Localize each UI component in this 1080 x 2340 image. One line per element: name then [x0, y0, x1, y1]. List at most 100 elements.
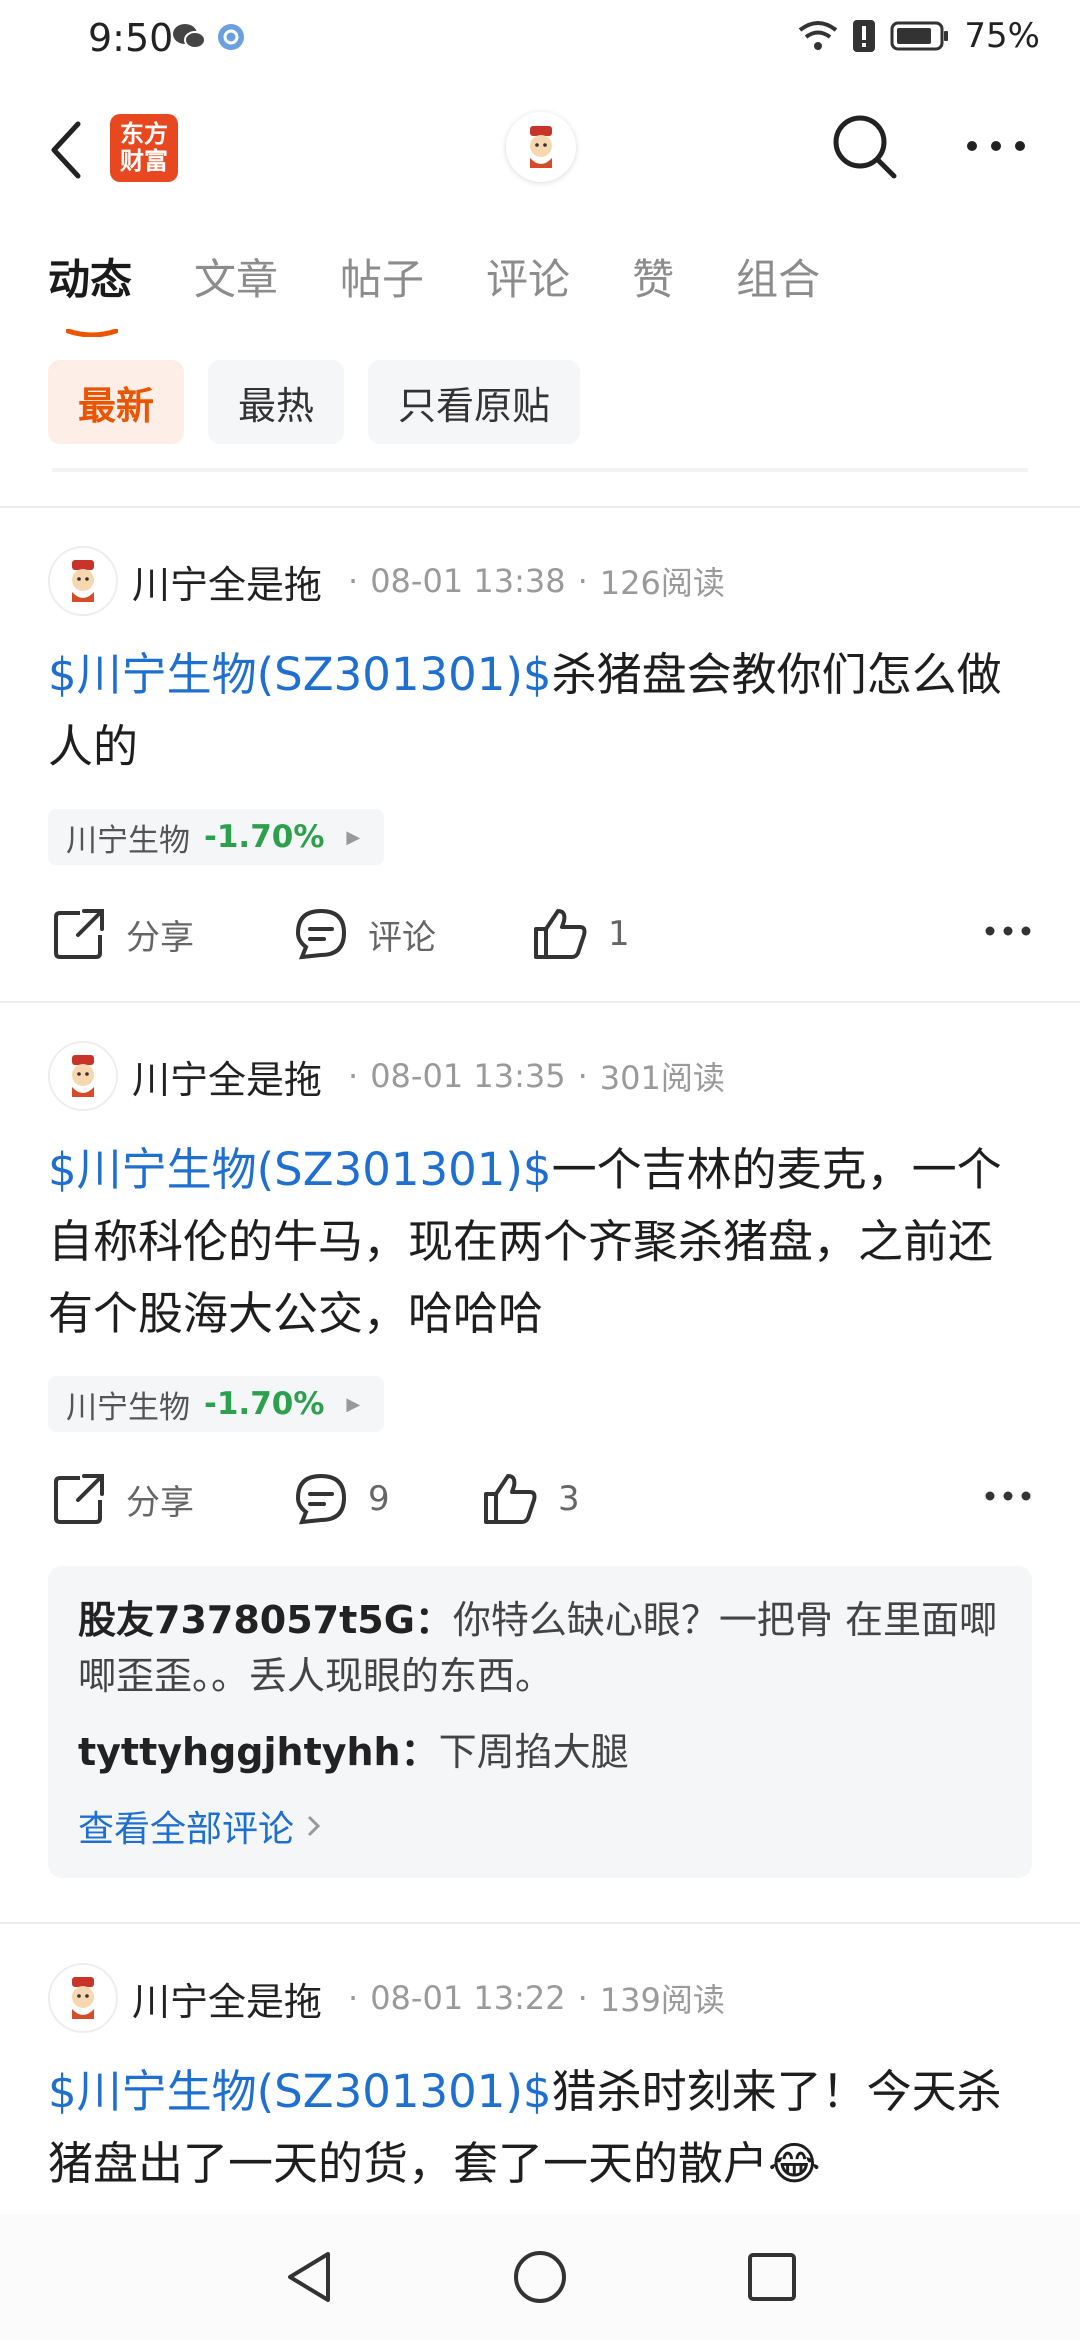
tab-active-indicator — [66, 329, 118, 337]
view-all-label: 查看全部评论 — [78, 1809, 295, 1850]
comment-item[interactable]: 股友7378057t5G：你特么缺心眼？一把骨 在里面唧唧歪歪。。丢人现眼的东西… — [78, 1592, 1002, 1704]
comment-button[interactable]: 评论 — [294, 907, 436, 961]
back-arrow-icon[interactable] — [42, 118, 92, 182]
filter-bar: 最新 最热 只看原贴 — [48, 360, 581, 444]
stock-link[interactable]: $川宁生物(SZ301301)$ — [48, 648, 552, 701]
status-bar: 9:50 75% — [0, 0, 1080, 86]
fortune-god-avatar-icon — [72, 1055, 94, 1097]
stock-link[interactable]: $川宁生物(SZ301301)$ — [48, 1143, 552, 1196]
comment-author[interactable]: 股友7378057t5G — [78, 1598, 415, 1642]
share-icon — [54, 1474, 104, 1524]
author-name[interactable]: 川宁全是拖 — [132, 1971, 322, 2026]
stock-tag-name: 川宁生物 — [66, 1389, 190, 1426]
post-header: 川宁全是拖 · 08-01 13:22 · 139阅读 — [48, 1962, 725, 2034]
fortune-god-avatar-icon — [72, 560, 94, 602]
eastmoney-logo: 东方 财富 — [110, 114, 178, 182]
post-time: 08-01 13:38 — [370, 562, 566, 600]
post-card[interactable]: 川宁全是拖 · 08-01 13:35 · 301阅读 $川宁生物(SZ3013… — [0, 1040, 1080, 1920]
share-button[interactable]: 分享 — [52, 1472, 194, 1526]
thumbs-up-icon — [534, 909, 587, 959]
post-actions: 分享 评论 1 — [48, 907, 1032, 977]
nav-recents-icon[interactable] — [746, 2248, 798, 2306]
tab-portfolios[interactable]: 组合 — [736, 246, 820, 307]
wifi-icon — [799, 21, 838, 50]
author-avatar[interactable] — [48, 1041, 118, 1111]
comment-icon — [295, 1473, 347, 1525]
tab-label: 评论 — [486, 255, 571, 304]
tab-bar: 动态 文章 帖子 评论 赞 组合 — [48, 246, 882, 337]
tab-label: 赞 — [632, 255, 675, 304]
tab-dynamic[interactable]: 动态 — [48, 246, 133, 337]
nav-home-icon[interactable] — [512, 2248, 568, 2306]
tab-label: 组合 — [736, 255, 821, 304]
post-text[interactable]: $川宁生物(SZ301301)$杀猪盘会教你们怎么做人的 — [48, 639, 1032, 783]
tab-posts[interactable]: 帖子 — [340, 246, 424, 307]
comment-icon — [295, 908, 347, 960]
post-card[interactable]: 川宁全是拖 · 08-01 13:22 · 139阅读 $川宁生物(SZ3013… — [0, 1962, 1080, 2214]
meta-separator: · — [348, 562, 359, 600]
stock-tag[interactable]: 川宁生物 -1.70% ▶ — [48, 809, 385, 865]
like-count: 3 — [558, 1479, 580, 1519]
nav-back-icon[interactable] — [284, 2248, 334, 2306]
post-reads: 126阅读 — [599, 564, 725, 602]
post-text[interactable]: $川宁生物(SZ301301)$猎杀时刻来了！今天杀猪盘出了一天的货，套了一天的… — [48, 2056, 1032, 2200]
stock-tag[interactable]: 川宁生物 -1.70% ▶ — [48, 1376, 385, 1432]
chevron-right-icon — [307, 1815, 321, 1837]
battery-icon — [890, 21, 949, 51]
system-navigation-bar — [0, 2214, 1080, 2340]
tab-label: 帖子 — [340, 255, 425, 304]
post-more-icon[interactable] — [984, 1490, 1032, 1502]
brand-line-1: 东方 — [120, 120, 168, 148]
meta-separator: · — [577, 1979, 588, 2017]
post-text[interactable]: $川宁生物(SZ301301)$一个吉林的麦克，一个自称科伦的牛马，现在两个齐聚… — [48, 1134, 1032, 1350]
filter-latest[interactable]: 最新 — [48, 360, 185, 444]
like-button[interactable]: 1 — [532, 907, 630, 961]
author-avatar[interactable] — [48, 1963, 118, 2033]
post-more-icon[interactable] — [984, 925, 1032, 937]
stock-tag-name: 川宁生物 — [66, 822, 190, 859]
tab-label: 文章 — [194, 255, 279, 304]
more-menu-icon[interactable] — [964, 126, 1028, 166]
tab-comments[interactable]: 评论 — [486, 246, 570, 307]
share-button[interactable]: 分享 — [52, 907, 194, 961]
share-icon — [54, 909, 104, 959]
profile-avatar[interactable] — [506, 112, 576, 182]
search-icon[interactable] — [830, 112, 900, 182]
like-button[interactable]: 3 — [482, 1472, 580, 1526]
filter-original-only[interactable]: 只看原贴 — [368, 360, 581, 444]
comment-author[interactable]: tyttyhggjhtyhh — [78, 1730, 401, 1774]
author-name[interactable]: 川宁全是拖 — [132, 554, 322, 609]
comment-preview-box[interactable]: 股友7378057t5G：你特么缺心眼？一把骨 在里面唧唧歪歪。。丢人现眼的东西… — [48, 1566, 1032, 1878]
author-name[interactable]: 川宁全是拖 — [132, 1049, 322, 1104]
meta-separator: · — [577, 562, 588, 600]
status-right: 75% — [798, 16, 1040, 56]
sim-alert-icon — [853, 20, 876, 52]
tab-articles[interactable]: 文章 — [194, 246, 278, 307]
tab-likes[interactable]: 赞 — [632, 246, 674, 307]
play-arrow-icon: ▶ — [346, 1393, 361, 1415]
status-notification-icons — [172, 22, 246, 52]
stock-tag-change: -1.70% — [204, 1386, 325, 1422]
tab-label: 动态 — [48, 255, 133, 304]
author-avatar[interactable] — [48, 546, 118, 616]
post-actions: 分享 9 3 — [48, 1472, 1032, 1542]
post-time: 08-01 13:22 — [370, 1979, 566, 2017]
post-card[interactable]: 川宁全是拖 · 08-01 13:38 · 126阅读 $川宁生物(SZ3013… — [0, 545, 1080, 1000]
post-header: 川宁全是拖 · 08-01 13:38 · 126阅读 — [48, 545, 725, 617]
thumbs-up-icon — [484, 1474, 537, 1524]
brand-line-2: 财富 — [120, 147, 168, 175]
comment-label: 评论 — [368, 917, 436, 958]
comment-item[interactable]: tyttyhggjhtyhh：下周掐大腿 — [78, 1724, 1002, 1780]
app-notification-icon — [218, 24, 244, 50]
filter-hottest[interactable]: 最热 — [208, 360, 345, 444]
divider — [0, 506, 1080, 508]
comment-button[interactable]: 9 — [294, 1472, 390, 1526]
stock-link[interactable]: $川宁生物(SZ301301)$ — [48, 2065, 552, 2118]
status-time: 9:50 — [88, 16, 174, 60]
comment-separator: ： — [414, 1598, 453, 1642]
stock-tag-change: -1.70% — [204, 819, 325, 855]
divider — [0, 1922, 1080, 1924]
divider — [52, 468, 1028, 472]
meta-separator: · — [348, 1057, 359, 1095]
view-all-comments-link[interactable]: 查看全部评论 — [78, 1800, 1002, 1852]
